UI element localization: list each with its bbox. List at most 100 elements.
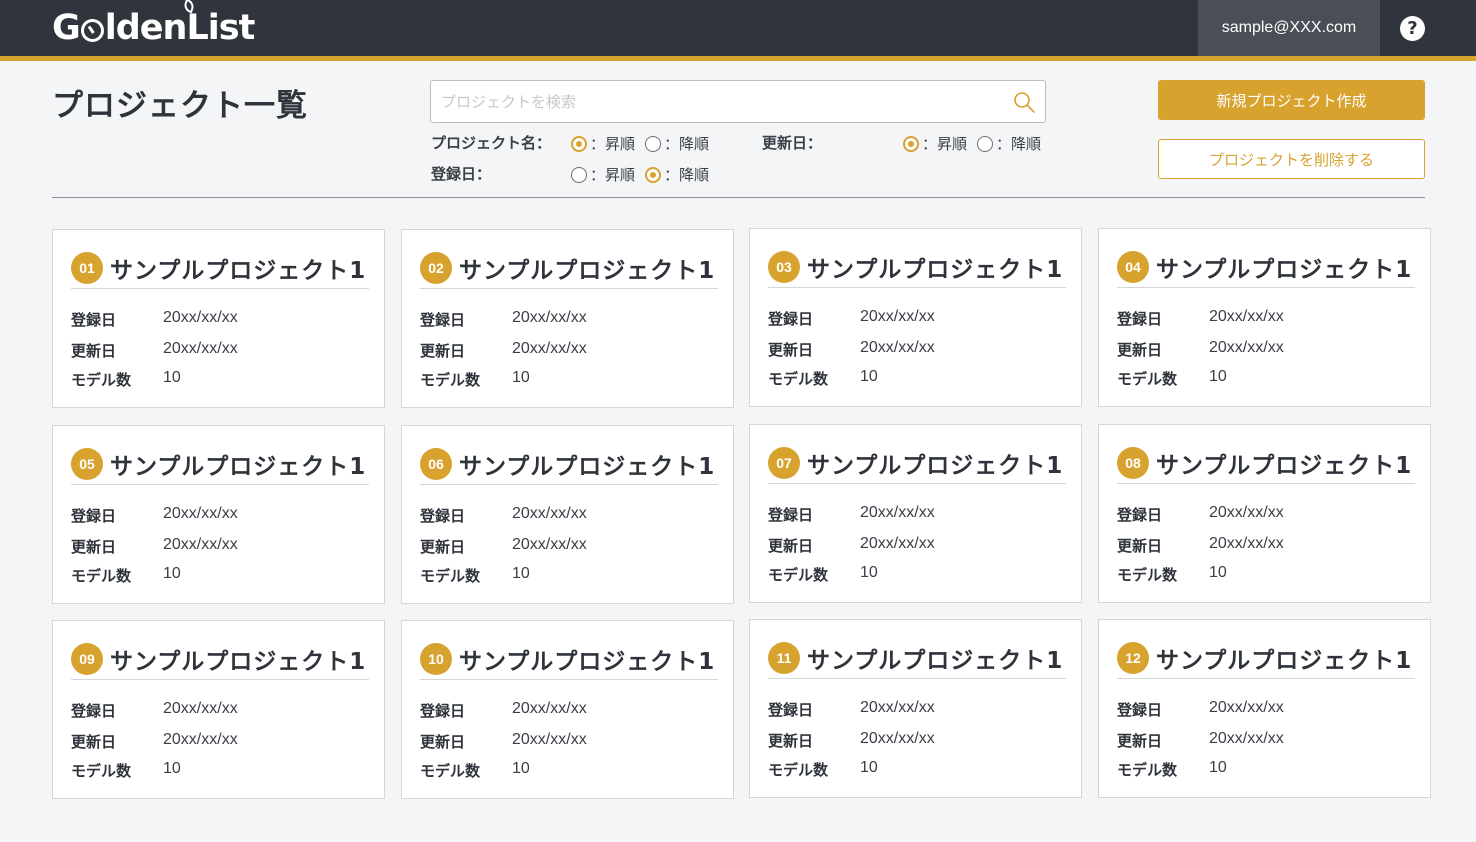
registered-row: 登録日 20xx/xx/xx [420, 700, 587, 721]
project-name: サンプルプロジェクト1 [459, 649, 716, 675]
registered-value: 20xx/xx/xx [163, 505, 238, 522]
radio-registered-asc[interactable] [571, 166, 587, 183]
registered-label: 登録日 [1117, 506, 1163, 524]
project-name: サンプルプロジェクト1 [1156, 257, 1413, 283]
project-card[interactable]: 05 サンプルプロジェクト1 登録日 20xx/xx/xx 更新日 20xx/x… [52, 425, 385, 604]
updated-label: 更新日 [420, 733, 466, 751]
sort-label-updated: 更新日： [762, 134, 823, 152]
registered-row: 登録日 20xx/xx/xx [768, 504, 935, 525]
project-number-badge: 11 [768, 642, 800, 674]
project-number-badge: 09 [71, 643, 103, 675]
model-count-row: モデル数 10 [420, 369, 530, 390]
radio-updated-desc[interactable] [977, 135, 994, 152]
model-count-label: モデル数 [768, 566, 829, 584]
top-bar-accent [0, 56, 1476, 61]
search-box[interactable] [430, 80, 1046, 123]
project-card[interactable]: 06 サンプルプロジェクト1 登録日 20xx/xx/xx 更新日 20xx/x… [401, 425, 734, 604]
project-card-header: 07 サンプルプロジェクト1 [768, 443, 1066, 484]
page-title: プロジェクト一覧 [52, 88, 308, 124]
model-count-label: モデル数 [420, 371, 481, 389]
sort-project-name-group: ：昇順 ：降順 [571, 133, 719, 154]
updated-value: 20xx/xx/xx [512, 536, 587, 553]
updated-label: 更新日 [768, 537, 814, 555]
registered-value: 20xx/xx/xx [163, 309, 238, 326]
model-count-value: 10 [1209, 759, 1227, 776]
model-count-value: 10 [512, 369, 530, 386]
project-card[interactable]: 12 サンプルプロジェクト1 登録日 20xx/xx/xx 更新日 20xx/x… [1098, 619, 1431, 798]
registered-value: 20xx/xx/xx [860, 504, 935, 521]
help-icon[interactable]: ? [1400, 16, 1425, 41]
updated-row: 更新日 20xx/xx/xx [71, 536, 238, 557]
registered-label: 登録日 [1117, 310, 1163, 328]
updated-label: 更新日 [1117, 732, 1163, 750]
project-number-badge: 08 [1117, 447, 1149, 479]
model-count-label: モデル数 [71, 371, 132, 389]
updated-row: 更新日 20xx/xx/xx [71, 731, 238, 752]
updated-row: 更新日 20xx/xx/xx [420, 536, 587, 557]
model-count-row: モデル数 10 [768, 759, 878, 780]
new-project-button[interactable]: 新規プロジェクト作成 [1158, 80, 1425, 120]
registered-label: 登録日 [1117, 701, 1163, 719]
project-name: サンプルプロジェクト1 [1156, 453, 1413, 479]
delete-project-button[interactable]: プロジェクトを削除する [1158, 139, 1425, 179]
model-count-value: 10 [163, 369, 181, 386]
project-number-badge: 10 [420, 643, 452, 675]
search-input[interactable] [441, 81, 1001, 122]
project-number-badge: 07 [768, 447, 800, 479]
project-card[interactable]: 08 サンプルプロジェクト1 登録日 20xx/xx/xx 更新日 20xx/x… [1098, 424, 1431, 603]
project-card[interactable]: 11 サンプルプロジェクト1 登録日 20xx/xx/xx 更新日 20xx/x… [749, 619, 1082, 798]
registered-label: 登録日 [420, 311, 466, 329]
registered-row: 登録日 20xx/xx/xx [768, 308, 935, 329]
registered-row: 登録日 20xx/xx/xx [71, 505, 238, 526]
updated-label: 更新日 [1117, 341, 1163, 359]
updated-label: 更新日 [71, 733, 117, 751]
model-count-value: 10 [512, 565, 530, 582]
model-count-value: 10 [1209, 368, 1227, 385]
model-count-label: モデル数 [768, 370, 829, 388]
project-name: サンプルプロジェクト1 [110, 454, 367, 480]
model-count-value: 10 [860, 564, 878, 581]
model-count-label: モデル数 [1117, 761, 1178, 779]
model-count-label: モデル数 [1117, 370, 1178, 388]
radio-project-name-asc[interactable] [571, 135, 587, 152]
project-card[interactable]: 03 サンプルプロジェクト1 登録日 20xx/xx/xx 更新日 20xx/x… [749, 228, 1082, 407]
search-icon[interactable] [1012, 90, 1036, 114]
app-logo[interactable]: GldenList [52, 0, 255, 48]
updated-value: 20xx/xx/xx [1209, 730, 1284, 747]
project-card-header: 04 サンプルプロジェクト1 [1117, 247, 1415, 288]
registered-value: 20xx/xx/xx [512, 505, 587, 522]
registered-row: 登録日 20xx/xx/xx [768, 699, 935, 720]
radio-registered-desc[interactable] [645, 166, 662, 183]
updated-label: 更新日 [768, 341, 814, 359]
project-name: サンプルプロジェクト1 [110, 649, 367, 675]
updated-label: 更新日 [1117, 537, 1163, 555]
model-count-label: モデル数 [1117, 566, 1178, 584]
project-card[interactable]: 02 サンプルプロジェクト1 登録日 20xx/xx/xx 更新日 20xx/x… [401, 229, 734, 408]
project-number-badge: 02 [420, 252, 452, 284]
updated-value: 20xx/xx/xx [163, 340, 238, 357]
model-count-row: モデル数 10 [1117, 368, 1227, 389]
model-count-value: 10 [512, 760, 530, 777]
project-card-header: 03 サンプルプロジェクト1 [768, 247, 1066, 288]
project-card-header: 11 サンプルプロジェクト1 [768, 638, 1066, 679]
project-card[interactable]: 09 サンプルプロジェクト1 登録日 20xx/xx/xx 更新日 20xx/x… [52, 620, 385, 799]
radio-updated-asc[interactable] [903, 135, 919, 152]
project-name: サンプルプロジェクト1 [1156, 648, 1413, 674]
updated-value: 20xx/xx/xx [860, 339, 935, 356]
project-card[interactable]: 01 サンプルプロジェクト1 登録日 20xx/xx/xx 更新日 20xx/x… [52, 229, 385, 408]
model-count-label: モデル数 [420, 762, 481, 780]
account-menu[interactable]: sample@XXX.com [1198, 0, 1380, 56]
project-card[interactable]: 10 サンプルプロジェクト1 登録日 20xx/xx/xx 更新日 20xx/x… [401, 620, 734, 799]
project-card-header: 08 サンプルプロジェクト1 [1117, 443, 1415, 484]
updated-value: 20xx/xx/xx [1209, 535, 1284, 552]
updated-label: 更新日 [420, 342, 466, 360]
updated-label: 更新日 [420, 538, 466, 556]
registered-row: 登録日 20xx/xx/xx [71, 700, 238, 721]
project-card-header: 09 サンプルプロジェクト1 [71, 639, 369, 680]
registered-label: 登録日 [420, 702, 466, 720]
project-card[interactable]: 04 サンプルプロジェクト1 登録日 20xx/xx/xx 更新日 20xx/x… [1098, 228, 1431, 407]
project-number-badge: 01 [71, 252, 103, 284]
radio-project-name-desc[interactable] [645, 135, 662, 152]
project-card[interactable]: 07 サンプルプロジェクト1 登録日 20xx/xx/xx 更新日 20xx/x… [749, 424, 1082, 603]
project-name: サンプルプロジェクト1 [110, 258, 367, 284]
